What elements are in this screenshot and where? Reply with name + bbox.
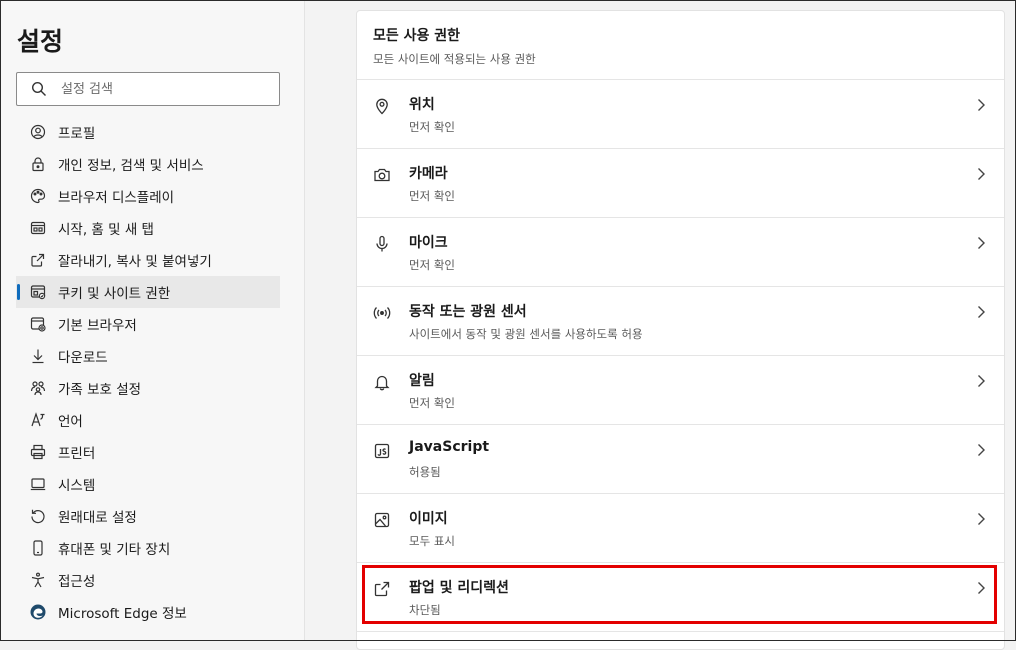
- sidebar-item-label: 언어: [58, 414, 83, 430]
- permission-row-popups-redirects[interactable]: 팝업 및 리디렉션 차단됨: [357, 563, 1004, 632]
- permission-status: 먼저 확인: [409, 120, 455, 134]
- microphone-icon: [373, 235, 391, 253]
- permission-status: 허용됨: [409, 465, 441, 479]
- permission-row-javascript[interactable]: JavaScript 허용됨: [357, 425, 1004, 494]
- permission-row-camera[interactable]: 카메라 먼저 확인: [357, 149, 1004, 218]
- permission-status: 먼저 확인: [409, 189, 455, 203]
- permission-label: JavaScript: [409, 439, 490, 455]
- javascript-icon: [373, 442, 391, 460]
- settings-sidebar: 설정 프로필 개인 정보, 검색 및 서비스: [0, 0, 305, 641]
- sidebar-item-reset[interactable]: 원래대로 설정: [16, 500, 280, 532]
- sidebar-nav: 프로필 개인 정보, 검색 및 서비스 브라우저 디스플레이 시작, 홈 및 새…: [16, 116, 280, 628]
- permission-row-images[interactable]: 이미지 모두 표시: [357, 494, 1004, 563]
- sidebar-item-label: 휴대폰 및 기타 장치: [58, 542, 171, 558]
- sidebar-item-system[interactable]: 시스템: [16, 468, 280, 500]
- sidebar-item-default-browser[interactable]: 기본 브라우저: [16, 308, 280, 340]
- language-icon: [30, 412, 46, 428]
- image-icon: [373, 511, 391, 529]
- accessibility-icon: [30, 572, 46, 588]
- sidebar-item-label: 시작, 홈 및 새 탭: [58, 222, 154, 238]
- sidebar-item-start-home[interactable]: 시작, 홈 및 새 탭: [16, 212, 280, 244]
- sidebar-item-downloads[interactable]: 다운로드: [16, 340, 280, 372]
- permission-status: 모두 표시: [409, 534, 455, 548]
- sidebar-item-appearance[interactable]: 브라우저 디스플레이: [16, 180, 280, 212]
- sensor-icon: [373, 304, 391, 322]
- sidebar-item-phone-devices[interactable]: 휴대폰 및 기타 장치: [16, 532, 280, 564]
- sidebar-item-privacy[interactable]: 개인 정보, 검색 및 서비스: [16, 148, 280, 180]
- permission-row-motion-light-sensors[interactable]: 동작 또는 광원 센서 사이트에서 동작 및 광원 센서를 사용하도록 허용: [357, 287, 1004, 356]
- edge-logo-icon: [30, 604, 46, 620]
- profile-icon: [30, 124, 46, 140]
- chevron-right-icon: [974, 511, 988, 527]
- sidebar-item-label: Microsoft Edge 정보: [58, 606, 187, 622]
- all-permissions-card: 모든 사용 권한 모든 사이트에 적용되는 사용 권한 위치 먼저 확인 카메라: [356, 10, 1005, 650]
- card-title: 모든 사용 권한: [373, 28, 461, 44]
- popup-icon: [373, 580, 391, 598]
- sidebar-item-cookies-site-permissions[interactable]: 쿠키 및 사이트 권한: [16, 276, 280, 308]
- chevron-right-icon: [974, 166, 988, 182]
- permission-status: 먼저 확인: [409, 258, 455, 272]
- sidebar-item-label: 브라우저 디스플레이: [58, 190, 175, 206]
- settings-main: 모든 사용 권한 모든 사이트에 적용되는 사용 권한 위치 먼저 확인 카메라: [305, 0, 1016, 650]
- permission-status: 먼저 확인: [409, 396, 455, 410]
- permission-label: 이미지: [409, 511, 448, 527]
- sidebar-item-label: 쿠키 및 사이트 권한: [58, 286, 171, 302]
- sidebar-item-label: 프린터: [58, 446, 96, 462]
- permission-row-location[interactable]: 위치 먼저 확인: [357, 80, 1004, 149]
- permission-status: 차단됨: [409, 603, 441, 617]
- sidebar-item-label: 기본 브라우저: [58, 318, 137, 334]
- share-icon: [30, 252, 46, 268]
- bell-icon: [373, 373, 391, 391]
- default-browser-icon: [30, 316, 46, 332]
- sidebar-item-label: 원래대로 설정: [58, 510, 137, 526]
- chevron-right-icon: [974, 373, 988, 389]
- permission-label: 카메라: [409, 166, 448, 182]
- card-subtitle: 모든 사이트에 적용되는 사용 권한: [373, 52, 536, 66]
- home-tab-icon: [30, 220, 46, 236]
- download-icon: [30, 348, 46, 364]
- chevron-right-icon: [974, 442, 988, 458]
- permission-row-notifications[interactable]: 알림 먼저 확인: [357, 356, 1004, 425]
- permission-status: 사이트에서 동작 및 광원 센서를 사용하도록 허용: [409, 327, 643, 341]
- sidebar-item-languages[interactable]: 언어: [16, 404, 280, 436]
- page-title: 설정: [17, 27, 64, 56]
- sidebar-item-printers[interactable]: 프린터: [16, 436, 280, 468]
- chevron-right-icon: [974, 97, 988, 113]
- system-icon: [30, 476, 46, 492]
- chevron-right-icon: [974, 235, 988, 251]
- search-box[interactable]: [16, 72, 280, 106]
- permission-label: 마이크: [409, 235, 448, 251]
- sidebar-item-label: 가족 보호 설정: [58, 382, 142, 398]
- palette-icon: [30, 188, 46, 204]
- sidebar-item-label: 접근성: [58, 574, 96, 590]
- chevron-right-icon: [974, 580, 988, 596]
- permission-label: 위치: [409, 97, 435, 113]
- camera-icon: [373, 166, 391, 184]
- phone-icon: [30, 540, 46, 556]
- sidebar-item-label: 잘라내기, 복사 및 붙여넣기: [58, 254, 212, 270]
- location-icon: [373, 97, 391, 115]
- permission-row-microphone[interactable]: 마이크 먼저 확인: [357, 218, 1004, 287]
- sidebar-item-profile[interactable]: 프로필: [16, 116, 280, 148]
- sidebar-item-label: 시스템: [58, 478, 96, 494]
- search-input[interactable]: [61, 81, 261, 97]
- sidebar-item-about-edge[interactable]: Microsoft Edge 정보: [16, 596, 280, 628]
- permission-label: 팝업 및 리디렉션: [409, 580, 509, 596]
- sidebar-item-label: 개인 정보, 검색 및 서비스: [58, 158, 204, 174]
- sidebar-item-share-copy-paste[interactable]: 잘라내기, 복사 및 붙여넣기: [16, 244, 280, 276]
- permission-label: 알림: [409, 373, 435, 389]
- printer-icon: [30, 444, 46, 460]
- search-icon: [17, 72, 61, 106]
- chevron-right-icon: [974, 304, 988, 320]
- lock-icon: [30, 156, 46, 172]
- reset-icon: [30, 508, 46, 524]
- site-permissions-icon: [30, 284, 46, 300]
- sidebar-item-label: 다운로드: [58, 350, 108, 366]
- sidebar-item-family[interactable]: 가족 보호 설정: [16, 372, 280, 404]
- card-header: 모든 사용 권한 모든 사이트에 적용되는 사용 권한: [357, 11, 1004, 80]
- family-icon: [30, 380, 46, 396]
- sidebar-item-accessibility[interactable]: 접근성: [16, 564, 280, 596]
- permission-label: 동작 또는 광원 센서: [409, 304, 527, 320]
- sidebar-item-label: 프로필: [58, 126, 96, 142]
